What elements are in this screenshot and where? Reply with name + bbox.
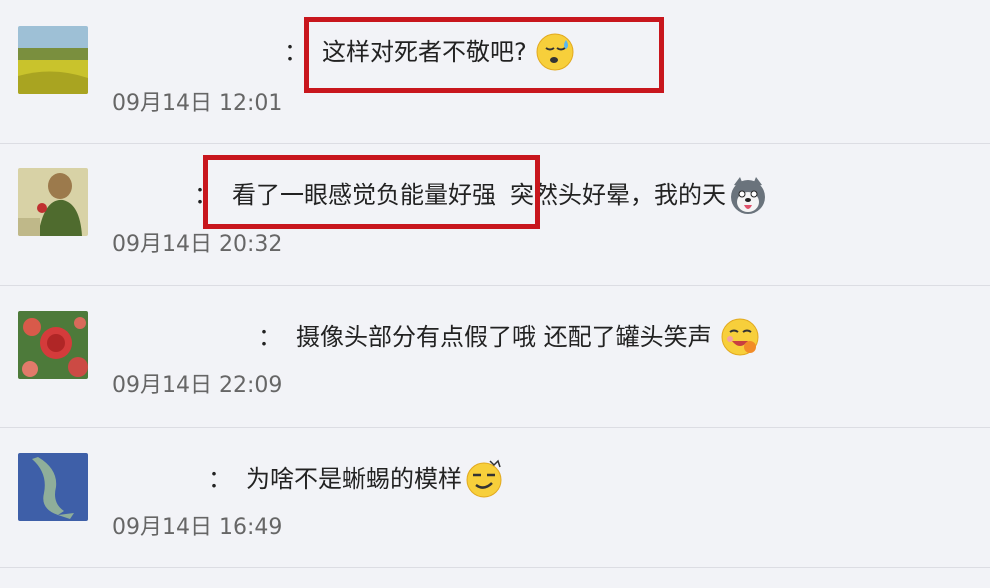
comment-item: ： 看了一眼感觉负能量好强 突然头好晕，我的天 09月14日 20:32 [0,143,990,286]
comment-item: ： 这样对死者不敬吧? 09月14日 12:01 [0,0,990,144]
husky-face-icon [728,175,768,215]
highlight-box [304,17,664,93]
colon-separator: ： [258,323,282,351]
comment-item: ： 为啥不是蜥蜴的模样 09月14日 16:49 [0,427,990,568]
timestamp: 09月14日 12:01 [112,91,283,116]
timestamp: 09月14日 20:32 [112,232,283,257]
comment-text-continued: 突然头好晕，我的天 [510,181,726,209]
timestamp: 09月14日 16:49 [112,515,283,540]
colon-separator: ： [208,465,232,493]
comment-text: 为啥不是蜥蜴的模样 [246,465,462,493]
highlight-box [203,155,540,229]
smirk-face-icon [464,459,504,499]
avatar[interactable] [18,168,88,236]
avatar[interactable] [18,453,88,521]
comment-item: ： 摄像头部分有点假了哦 还配了罐头笑声 09月14日 22:09 [0,285,990,428]
hungry-face-icon [720,317,760,357]
comment-line: ： 为啥不是蜥蜴的模样 [208,459,504,499]
avatar[interactable] [18,26,88,94]
comment-line: ： 摄像头部分有点假了哦 还配了罐头笑声 [258,317,760,357]
comment-text: 摄像头部分有点假了哦 还配了罐头笑声 [296,323,712,351]
timestamp: 09月14日 22:09 [112,373,283,398]
avatar[interactable] [18,311,88,379]
